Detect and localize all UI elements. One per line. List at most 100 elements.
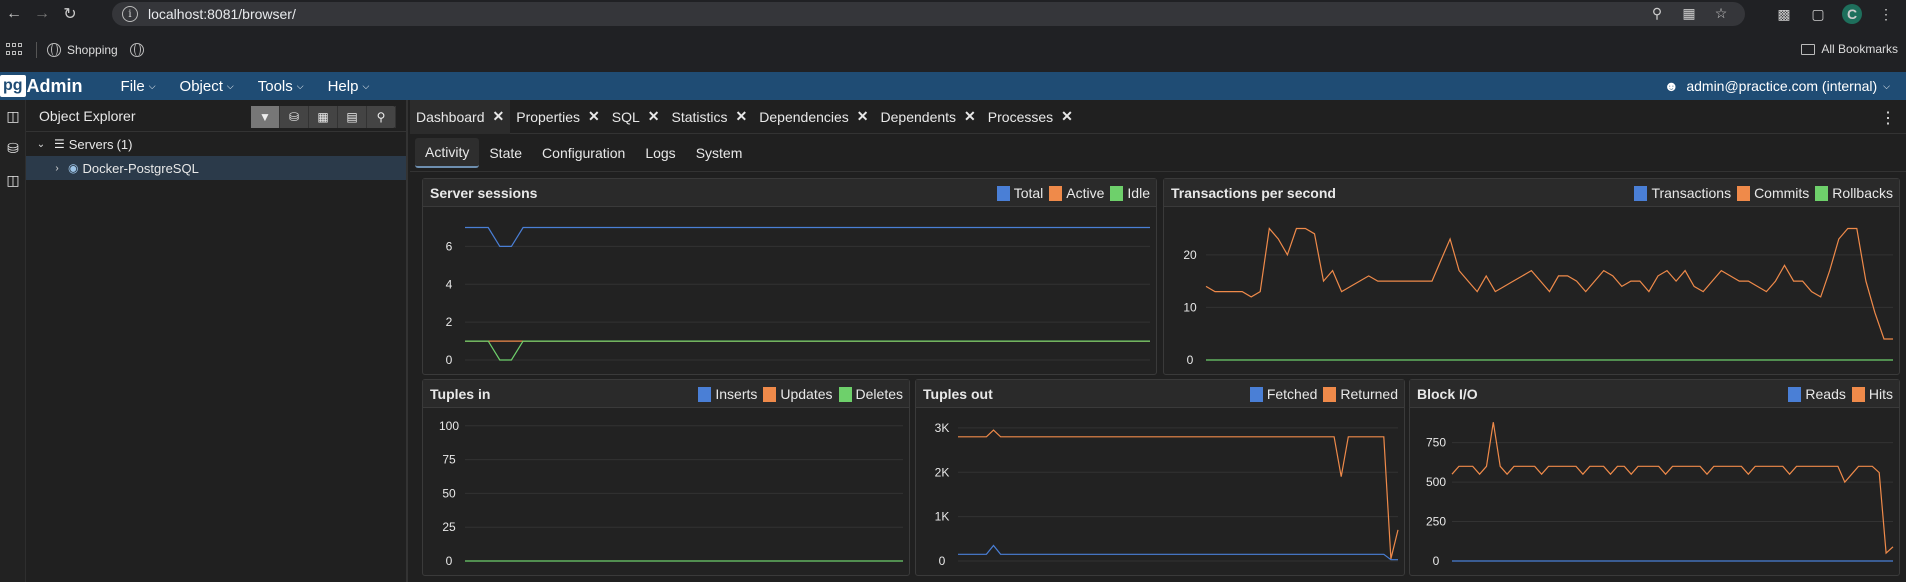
close-icon[interactable]: ✕: [493, 108, 505, 125]
legend-swatch: [1323, 386, 1337, 402]
legend-item[interactable]: Rollbacks: [1815, 185, 1893, 201]
close-icon[interactable]: ✕: [588, 108, 600, 125]
menu-tools[interactable]: Tools ⌵: [246, 78, 316, 95]
menu-tools-label: Tools: [257, 77, 293, 95]
tree-node-server[interactable]: › ◉ Docker-PostgreSQL: [26, 156, 406, 180]
key-icon[interactable]: ⚲: [1648, 4, 1666, 22]
extension-icon[interactable]: ▩: [1774, 4, 1794, 24]
legend-item[interactable]: Active: [1049, 185, 1104, 201]
back-icon[interactable]: ←: [0, 0, 28, 28]
more-vertical-icon[interactable]: ⋮: [1880, 108, 1896, 128]
tuples-in-panel: Tuples in Inserts Updates Deletes 0 25 50 7…: [422, 379, 910, 576]
panel-title: Block I/O: [1417, 385, 1478, 402]
close-icon[interactable]: ✕: [1061, 108, 1073, 125]
app-header: pg Admin File ⌵ Object ⌵ Tools ⌵ Help ⌵ ☻ ad…: [0, 72, 1906, 100]
y-tick-label: 4: [446, 277, 453, 291]
tab-properties[interactable]: Properties ✕: [510, 100, 606, 134]
server-name: Docker-PostgreSQL: [82, 160, 199, 176]
object-explorer-icon[interactable]: ◫: [0, 100, 26, 132]
database-icon[interactable]: ⛁: [0, 132, 26, 164]
tab-dashboard[interactable]: Dashboard ✕: [410, 99, 511, 134]
menu-file-label: File: [120, 77, 145, 95]
apps-grid-icon[interactable]: [4, 41, 22, 59]
tab-dependencies[interactable]: Dependencies ✕: [753, 100, 874, 134]
subtab-logs[interactable]: Logs: [635, 138, 685, 168]
transactions-panel: Transactions per second Transactions Com…: [1163, 178, 1900, 375]
globe-icon: [47, 43, 61, 57]
menu-file[interactable]: File ⌵: [109, 78, 168, 95]
user-secret-icon: ☻: [1663, 78, 1679, 94]
legend-item[interactable]: Reads: [1788, 386, 1846, 402]
legend-item[interactable]: Commits: [1737, 185, 1809, 201]
series-line-orange: [1205, 227, 1893, 340]
subtab-state[interactable]: State: [479, 138, 532, 168]
y-tick-label: 6: [446, 239, 453, 253]
block-io-panel: Block I/O Reads Hits 0 250 500 750: [1409, 379, 1900, 576]
legend-item[interactable]: Hits: [1851, 386, 1893, 402]
transactions-chart: 0 10 20: [1183, 227, 1893, 367]
bookmark-divider: [36, 42, 37, 58]
chrome-menu-icon[interactable]: ⋮: [1876, 4, 1896, 24]
schema-diff-icon[interactable]: ◫: [0, 164, 26, 196]
bookmark-shopping[interactable]: Shopping: [47, 43, 118, 57]
legend-item[interactable]: Inserts: [698, 386, 757, 402]
tab-sql[interactable]: SQL ✕: [606, 100, 666, 134]
main-tabs: Dashboard ✕ Properties ✕ SQL ✕ Statistics ✕ …: [410, 99, 1906, 134]
url-text[interactable]: localhost:8081/browser/: [148, 6, 296, 22]
panel-title: Tuples out: [923, 385, 993, 402]
reload-icon[interactable]: ↻: [56, 0, 84, 28]
table-icon[interactable]: ▦: [309, 106, 338, 128]
close-icon[interactable]: ✕: [857, 108, 869, 125]
y-tick-label: 75: [442, 453, 456, 467]
filter-icon[interactable]: ▼: [251, 106, 280, 128]
puzzle-icon[interactable]: ▢: [1808, 4, 1828, 24]
legend-item[interactable]: Deletes: [838, 386, 903, 402]
chevron-down-icon[interactable]: ⌄: [34, 139, 48, 150]
site-info-icon[interactable]: i: [122, 6, 138, 22]
block-io-chart: 0 250 500 750: [1426, 422, 1894, 568]
close-icon[interactable]: ✕: [736, 108, 748, 125]
chart-legend: Inserts Updates Deletes: [696, 386, 903, 402]
address-bar[interactable]: i localhost:8081/browser/: [112, 2, 1745, 26]
tuples-out-chart: 0 1K 2K 3K: [935, 421, 1399, 568]
tab-dependents[interactable]: Dependents ✕: [875, 100, 982, 134]
globe-icon: [129, 43, 144, 57]
tab-label: SQL: [611, 108, 640, 125]
close-icon[interactable]: ✕: [964, 108, 976, 125]
menu-object[interactable]: Object ⌵: [168, 78, 246, 95]
tab-label: Properties: [516, 108, 581, 125]
legend-item[interactable]: Fetched: [1249, 386, 1317, 402]
query-tool-icon[interactable]: ▤: [338, 106, 367, 128]
panel-title: Transactions per second: [1171, 184, 1336, 201]
tab-statistics[interactable]: Statistics ✕: [666, 100, 754, 134]
all-bookmarks[interactable]: All Bookmarks: [1801, 42, 1898, 56]
tab-label: Processes: [987, 108, 1054, 125]
user-menu[interactable]: ☻ admin@practice.com (internal) ⌵: [1662, 77, 1890, 95]
chevron-right-icon[interactable]: ›: [50, 163, 64, 174]
profile-avatar[interactable]: C: [1842, 4, 1862, 24]
tree-node-servers[interactable]: ⌄ ☰ Servers (1): [26, 132, 406, 156]
database-icon[interactable]: ⛁: [280, 106, 309, 128]
subtab-configuration[interactable]: Configuration: [532, 138, 635, 168]
bookmark-globe[interactable]: [129, 43, 144, 57]
translate-icon[interactable]: ▦: [1680, 4, 1698, 22]
legend-item[interactable]: Updates: [763, 386, 833, 402]
forward-icon[interactable]: →: [28, 0, 56, 28]
y-tick-label: 3K: [935, 421, 950, 435]
search-icon[interactable]: ⚲: [367, 106, 396, 128]
chevron-down-icon: ⌵: [362, 80, 370, 91]
object-explorer-title: Object Explorer: [39, 107, 136, 124]
legend-swatch: [698, 386, 712, 402]
close-icon[interactable]: ✕: [648, 108, 660, 125]
legend-item[interactable]: Returned: [1323, 386, 1398, 402]
subtab-activity[interactable]: Activity: [415, 137, 480, 168]
menu-help[interactable]: Help ⌵: [316, 78, 382, 95]
legend-item[interactable]: Transactions: [1634, 185, 1731, 201]
legend-item[interactable]: Total: [996, 185, 1043, 201]
tab-processes[interactable]: Processes ✕: [982, 100, 1079, 134]
subtab-system[interactable]: System: [686, 138, 753, 168]
legend-label: Hits: [1868, 386, 1893, 402]
legend-item[interactable]: Idle: [1110, 185, 1150, 201]
logo-admin: Admin: [26, 75, 83, 96]
bookmark-star-icon[interactable]: ☆: [1712, 4, 1730, 22]
